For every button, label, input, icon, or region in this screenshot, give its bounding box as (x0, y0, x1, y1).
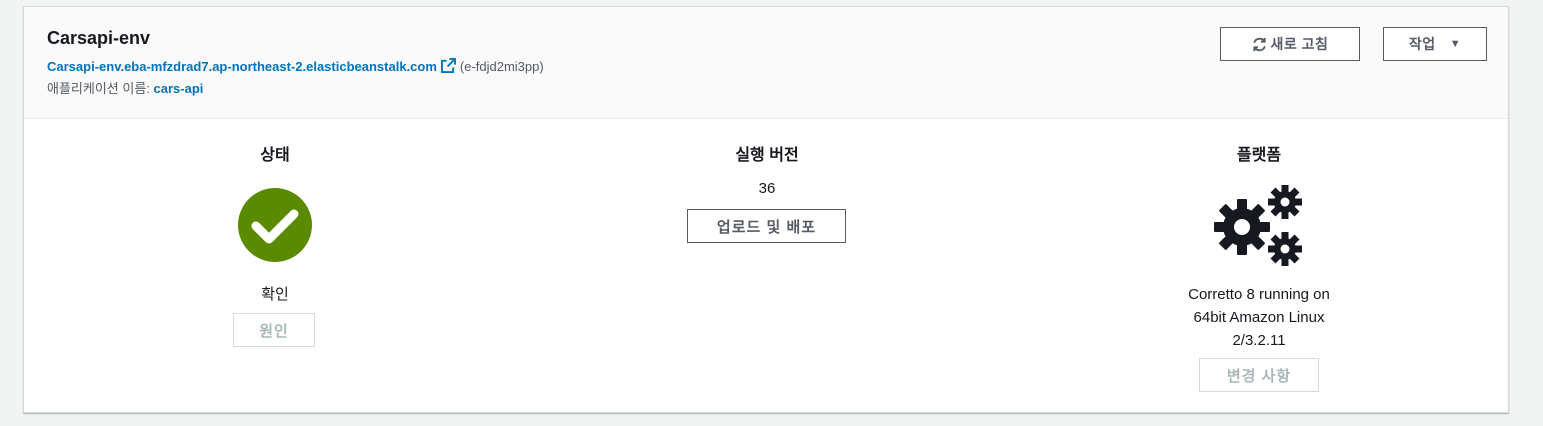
platform-line-3: 2/3.2.11 (1232, 332, 1286, 349)
external-link-icon[interactable] (440, 58, 456, 76)
caret-down-icon: ▼ (1449, 38, 1462, 50)
environment-url-link[interactable]: Carsapi-env.eba-mfzdrad7.ap-northeast-2.… (47, 59, 437, 74)
check-circle-icon (238, 188, 312, 262)
health-status-text: 확인 (261, 286, 289, 303)
cause-button[interactable]: 원인 (233, 313, 315, 347)
environment-url-line: Carsapi-env.eba-mfzdrad7.ap-northeast-2.… (47, 58, 544, 76)
gears-icon (1214, 185, 1302, 266)
change-platform-label: 변경 사항 (1226, 367, 1292, 385)
refresh-label: 새로 고침 (1270, 36, 1329, 52)
application-label: 애플리케이션 이름: (47, 81, 150, 96)
actions-label: 작업 (1408, 36, 1436, 52)
application-name-line: 애플리케이션 이름: cars-api (47, 78, 203, 97)
refresh-button[interactable]: 새로 고침 (1220, 27, 1360, 61)
running-version-title: 실행 버전 (735, 147, 799, 164)
environment-name: Carsapi-env (47, 28, 151, 48)
platform-description: Corretto 8 running on 64bit Amazon Linux… (1159, 283, 1359, 352)
upload-and-deploy-button[interactable]: 업로드 및 배포 (687, 209, 846, 243)
environment-id: (e-fdjd2mi3pp) (459, 59, 544, 74)
status-title: 상태 (260, 147, 290, 164)
refresh-icon (1252, 37, 1266, 51)
running-version-value: 36 (758, 180, 776, 197)
platform-line-1: Corretto 8 running on (1188, 286, 1330, 303)
platform-line-2: 64bit Amazon Linux (1193, 309, 1325, 326)
actions-dropdown-button[interactable]: 작업 ▼ (1383, 27, 1487, 61)
platform-title: 플랫폼 (1236, 147, 1282, 164)
cause-label: 원인 (259, 322, 289, 340)
application-name-link[interactable]: cars-api (154, 81, 204, 96)
change-platform-button[interactable]: 변경 사항 (1199, 358, 1319, 392)
environment-header: Carsapi-env Carsapi-env.eba-mfzdrad7.ap-… (24, 7, 1508, 119)
upload-and-deploy-label: 업로드 및 배포 (716, 218, 817, 236)
environment-overview-panel: Carsapi-env Carsapi-env.eba-mfzdrad7.ap-… (23, 6, 1509, 413)
